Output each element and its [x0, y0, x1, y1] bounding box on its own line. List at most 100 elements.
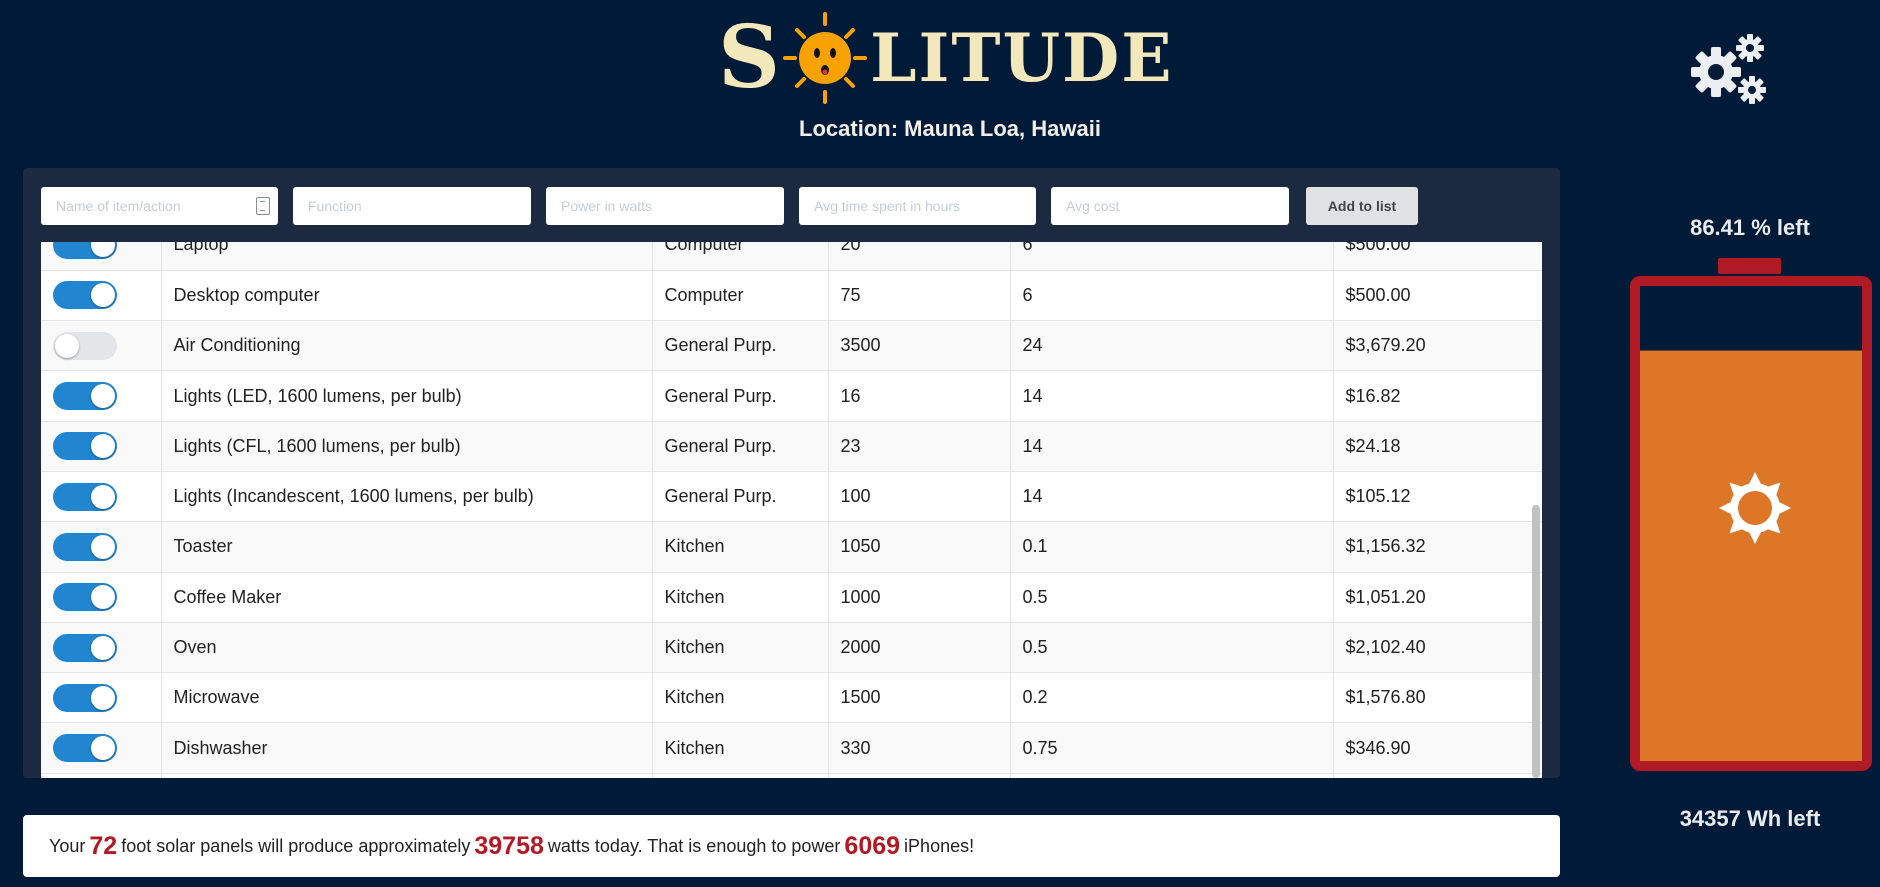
scrollbar-thumb[interactable]	[1532, 505, 1540, 778]
function-cell: General Purp.	[652, 320, 829, 372]
power-input[interactable]	[546, 187, 784, 225]
appliance-row: Toaster Kitchen 1050 0.1 $1,156.32	[41, 521, 1542, 573]
power-cell: 2000	[828, 622, 1011, 674]
toggle-cell	[41, 672, 162, 724]
cost-cell: $3,679.20	[1333, 320, 1542, 372]
toggle-cell	[41, 521, 162, 573]
appliance-row: Air Conditioning General Purp. 3500 24 $3,67…	[41, 320, 1542, 372]
hours-cell: 0.1	[1010, 521, 1334, 573]
cost-cell: $105.12	[1333, 471, 1542, 523]
appliance-name-cell: Coffee Maker	[161, 572, 653, 623]
appliance-name-cell: Toaster	[161, 521, 653, 573]
toggle-cell	[41, 270, 162, 322]
toggle-knob	[91, 283, 115, 308]
function-cell: Kitchen	[652, 722, 829, 774]
hours-cell: 14	[1010, 421, 1334, 472]
hours-input[interactable]	[799, 187, 1036, 225]
table-scrollbar[interactable]	[1532, 242, 1540, 778]
cost-cell: $500.00	[1333, 270, 1542, 322]
summary-text-4: iPhones!	[904, 835, 975, 856]
hours-cell: 6	[1010, 242, 1334, 271]
appliance-row: Lights (LED, 1600 lumens, per bulb) Gener…	[41, 370, 1542, 422]
battery-wh-label: 34357 Wh left	[1679, 806, 1821, 831]
battery-gauge	[1630, 258, 1872, 771]
hours-cell: 0.2	[1010, 672, 1334, 724]
toggle-cell	[41, 622, 162, 674]
appliance-row: Dishwasher Kitchen 330 0.75 $346.90	[41, 722, 1542, 774]
name-field-wrap	[41, 187, 278, 225]
add-to-list-button[interactable]: Add to list	[1306, 187, 1418, 225]
add-item-form: Add to list	[41, 187, 1418, 225]
toggle-cell	[41, 242, 162, 271]
appliance-toggle[interactable]	[53, 281, 117, 310]
appliance-row: Lights (CFL, 1600 lumens, per bulb) Gener…	[41, 421, 1542, 472]
panel-feet-value: 72	[89, 831, 118, 860]
cost-cell: $1,156.32	[1333, 521, 1542, 573]
appliance-row: Desktop computer Computer 75 6 $500.00	[41, 270, 1542, 322]
toggle-cell	[41, 773, 162, 778]
hours-cell: 14	[1010, 370, 1334, 422]
contact-card-icon[interactable]	[256, 197, 270, 215]
cost-cell: $24.18	[1333, 421, 1542, 472]
appliance-name-cell: Oven	[161, 622, 653, 674]
location-label: Location: Mauna Loa, Hawaii	[799, 116, 1101, 141]
function-cell	[652, 773, 829, 778]
appliance-panel: Add to list LaptopComputer206$500.00Desk…	[23, 168, 1560, 778]
appliance-row: Lights (Incandescent, 1600 lumens, per b…	[41, 471, 1542, 523]
appliance-toggle[interactable]	[53, 382, 117, 411]
battery-percent-label: 86.41 % left	[1690, 215, 1810, 240]
cost-cell: $16.82	[1333, 370, 1542, 422]
toggle-knob	[91, 484, 115, 509]
cost-cell: $1,576.80	[1333, 672, 1542, 724]
appliance-name-cell	[161, 773, 653, 778]
appliance-toggle[interactable]	[53, 532, 117, 561]
hours-cell: 0.5	[1010, 572, 1334, 623]
watts-value: 39758	[474, 831, 544, 860]
toggle-knob	[91, 585, 115, 610]
toggle-cell	[41, 572, 162, 623]
power-cell: 1500	[828, 672, 1011, 724]
toggle-knob	[91, 242, 115, 257]
appliance-table: Laptop Computer 20 6 $500.00 Desktop computer…	[41, 242, 1542, 778]
toggle-knob	[91, 736, 115, 761]
function-input[interactable]	[293, 187, 531, 225]
cost-cell	[1333, 773, 1542, 778]
hours-cell	[1010, 773, 1334, 778]
appliance-toggle[interactable]	[53, 633, 117, 662]
appliance-name-cell: Lights (CFL, 1600 lumens, per bulb)	[161, 421, 653, 472]
logo-word: LITUDE	[870, 19, 1174, 97]
appliance-toggle[interactable]	[53, 482, 117, 511]
appliance-toggle[interactable]	[53, 331, 117, 360]
appliance-toggle[interactable]	[53, 683, 117, 712]
appliance-name-cell: Lights (Incandescent, 1600 lumens, per b…	[161, 471, 653, 523]
appliance-row: Coffee Maker Kitchen 1000 0.5 $1,051.20	[41, 572, 1542, 623]
power-cell: 23	[828, 421, 1011, 472]
function-cell: Kitchen	[652, 521, 829, 573]
cost-cell: $500.00	[1333, 242, 1542, 271]
battery-fill	[1640, 350, 1862, 761]
power-cell: 16	[828, 370, 1011, 422]
function-cell: General Purp.	[652, 421, 829, 472]
toggle-cell	[41, 370, 162, 422]
power-cell: 1050	[828, 521, 1011, 573]
appliance-toggle[interactable]	[53, 432, 117, 461]
hours-cell: 14	[1010, 471, 1334, 523]
cost-cell: $2,102.40	[1333, 622, 1542, 674]
settings-gears-icon[interactable]	[1686, 30, 1770, 108]
app-logo: S LITUDE	[718, 8, 1174, 108]
function-cell: Kitchen	[652, 572, 829, 623]
appliance-toggle[interactable]	[53, 583, 117, 612]
appliance-table-viewport[interactable]: Laptop Computer 20 6 $500.00 Desktop computer…	[41, 242, 1542, 778]
item-name-input[interactable]	[41, 187, 278, 225]
summary-text-3: watts today. That is enough to power	[547, 835, 841, 856]
appliance-row: Laptop Computer 20 6 $500.00	[41, 242, 1542, 271]
appliance-toggle[interactable]	[53, 242, 117, 259]
summary-text-1: Your	[49, 835, 86, 856]
cost-input[interactable]	[1051, 187, 1289, 225]
battery-sun-icon	[1719, 472, 1791, 544]
power-cell: 100	[828, 471, 1011, 523]
appliance-toggle[interactable]	[53, 734, 117, 763]
toggle-knob	[55, 333, 79, 358]
cost-cell: $346.90	[1333, 722, 1542, 774]
appliance-row: Microwave Kitchen 1500 0.2 $1,576.80	[41, 672, 1542, 724]
